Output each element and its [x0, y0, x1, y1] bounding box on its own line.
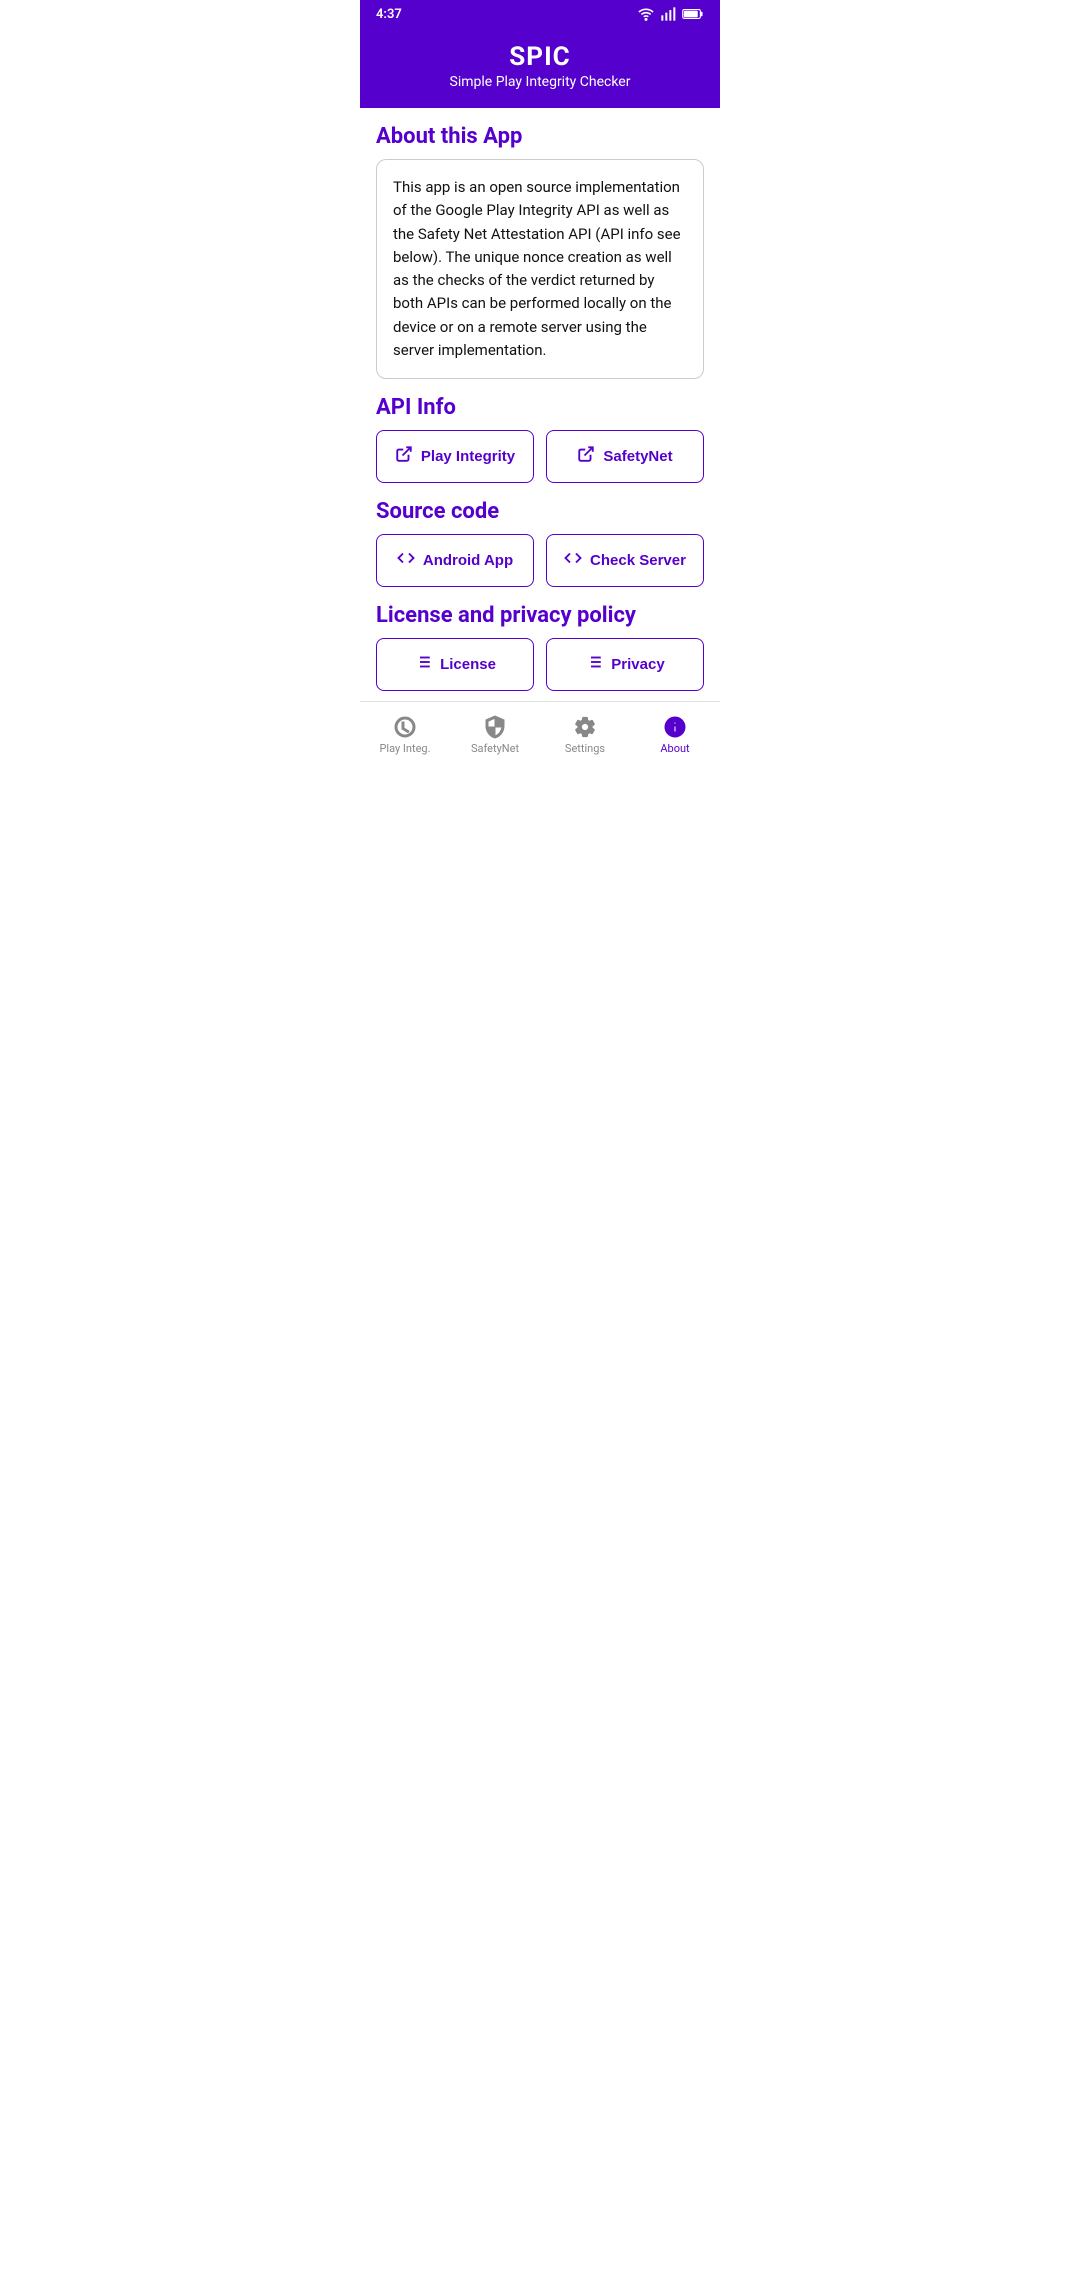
- list-icon-1: [414, 653, 432, 676]
- status-bar: 4:37: [360, 0, 720, 28]
- license-button[interactable]: License: [376, 638, 534, 691]
- about-nav-label: About: [660, 742, 689, 755]
- app-header: SPIC Simple Play Integrity Checker: [360, 28, 720, 108]
- nav-item-safetynet[interactable]: SafetyNet: [450, 710, 540, 759]
- wifi-icon: [638, 6, 654, 22]
- code-icon-1: [397, 549, 415, 572]
- about-description: This app is an open source implementatio…: [376, 159, 704, 379]
- safetynet-api-button[interactable]: SafetyNet: [546, 430, 704, 483]
- list-icon-2: [585, 653, 603, 676]
- signal-icon: [660, 6, 676, 22]
- nav-item-about[interactable]: About: [630, 710, 720, 759]
- safetynet-nav-label: SafetyNet: [471, 742, 519, 755]
- play-integrity-api-label: Play Integrity: [421, 448, 515, 465]
- check-server-label: Check Server: [590, 552, 686, 569]
- safetynet-nav-icon: [482, 714, 508, 740]
- external-link-icon-2: [577, 445, 595, 468]
- about-section-title: About this App: [376, 124, 704, 149]
- main-content: About this App This app is an open sourc…: [360, 108, 720, 701]
- external-link-icon-1: [395, 445, 413, 468]
- code-icon-2: [564, 549, 582, 572]
- about-nav-icon: [662, 714, 688, 740]
- nav-item-play-integrity[interactable]: Play Integ.: [360, 710, 450, 759]
- license-label: License: [440, 656, 496, 673]
- bottom-nav: Play Integ. SafetyNet Settings About: [360, 701, 720, 769]
- battery-icon: [682, 8, 704, 20]
- play-integrity-nav-label: Play Integ.: [379, 742, 430, 755]
- api-info-title: API Info: [376, 395, 704, 420]
- play-integrity-api-button[interactable]: Play Integrity: [376, 430, 534, 483]
- privacy-label: Privacy: [611, 656, 664, 673]
- license-title: License and privacy policy: [376, 603, 704, 628]
- source-code-title: Source code: [376, 499, 704, 524]
- settings-nav-icon: [572, 714, 598, 740]
- check-server-button[interactable]: Check Server: [546, 534, 704, 587]
- api-info-buttons: Play Integrity SafetyNet: [376, 430, 704, 483]
- source-code-buttons: Android App Check Server: [376, 534, 704, 587]
- license-buttons: License Privacy: [376, 638, 704, 691]
- nav-item-settings[interactable]: Settings: [540, 710, 630, 759]
- android-app-button[interactable]: Android App: [376, 534, 534, 587]
- privacy-button[interactable]: Privacy: [546, 638, 704, 691]
- app-title: SPIC: [360, 42, 720, 72]
- android-app-label: Android App: [423, 552, 513, 569]
- safetynet-api-label: SafetyNet: [603, 448, 672, 465]
- settings-nav-label: Settings: [565, 742, 605, 755]
- play-integrity-nav-icon: [392, 714, 418, 740]
- status-time: 4:37: [376, 7, 402, 22]
- app-subtitle: Simple Play Integrity Checker: [360, 74, 720, 90]
- status-icons: [638, 6, 704, 22]
